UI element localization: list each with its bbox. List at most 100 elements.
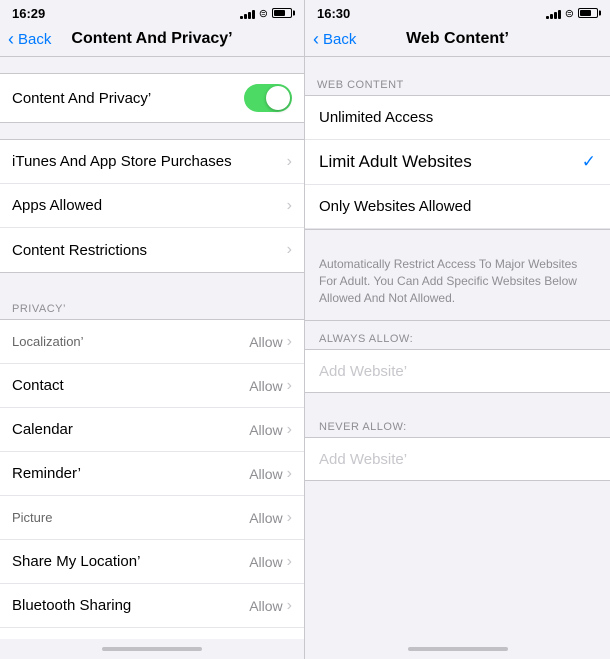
apps-allowed-item[interactable]: Apps Allowed › [0, 184, 304, 228]
itunes-purchases-item[interactable]: iTunes And App Store Purchases › [0, 140, 304, 184]
status-bar-right: 16:30 ⊜ [305, 0, 610, 24]
content-privacy-toggle-row: Content And Privacy’ [0, 73, 304, 123]
battery-icon-right [578, 8, 598, 18]
limit-adult-websites-label: Limit Adult Websites [319, 152, 472, 172]
limit-adult-websites-option[interactable]: Limit Adult Websites ✓ [305, 140, 610, 185]
status-icons-right: ⊜ [546, 7, 598, 20]
content-restrictions-label: Content Restrictions [12, 242, 147, 259]
bluetooth-sharing-allow: Allow [249, 598, 282, 614]
back-button-right[interactable]: ‹ Back [313, 29, 356, 50]
unlimited-access-option[interactable]: Unlimited Access [305, 96, 610, 140]
itunes-purchases-label: iTunes And App Store Purchases [12, 153, 232, 170]
localization-right: Allow › [249, 333, 292, 351]
calendar-chevron-icon: › [287, 421, 292, 439]
content-privacy-item[interactable]: Content And Privacy’ [0, 74, 304, 122]
reminder-allow: Allow [249, 466, 282, 482]
status-icons-left: ⊜ [240, 7, 292, 20]
only-websites-allowed-label: Only Websites Allowed [319, 198, 471, 215]
picture-label: Picture [12, 510, 52, 525]
home-bar-right [408, 647, 508, 651]
contact-right: Allow › [249, 377, 292, 395]
share-location-allow: Allow [249, 554, 282, 570]
apps-allowed-label: Apps Allowed [12, 197, 102, 214]
signal-icon-right [546, 7, 561, 19]
content-privacy-toggle[interactable] [244, 84, 292, 112]
nav-title-right: Web Content’ [406, 30, 509, 48]
apps-allowed-right: › [287, 197, 292, 215]
bluetooth-sharing-item[interactable]: Bluetooth Sharing Allow › [0, 584, 304, 628]
content-restrictions-chevron-icon: › [287, 241, 292, 259]
content-restrictions-right: › [287, 241, 292, 259]
content-restrictions-item[interactable]: Content Restrictions › [0, 228, 304, 272]
microphone-item[interactable]: Microphone Allow › [0, 628, 304, 639]
localization-item[interactable]: Localization’ Allow › [0, 320, 304, 364]
back-button-left[interactable]: ‹ Back [8, 29, 51, 50]
nav-bar-left: ‹ Back Content And Privacy’ [0, 24, 304, 57]
only-websites-allowed-option[interactable]: Only Websites Allowed [305, 185, 610, 229]
localization-allow: Allow [249, 334, 282, 350]
reminder-right: Allow › [249, 465, 292, 483]
web-content-options-list: Unlimited Access Limit Adult Websites ✓ … [305, 95, 610, 230]
share-location-chevron-icon: › [287, 553, 292, 571]
contact-chevron-icon: › [287, 377, 292, 395]
home-indicator-left [0, 639, 304, 659]
status-bar-left: 16:29 ⊜ [0, 0, 304, 24]
calendar-label: Calendar [12, 421, 73, 438]
bluetooth-sharing-chevron-icon: › [287, 597, 292, 615]
nav-title-left: Content And Privacy’ [71, 30, 232, 48]
localization-label: Localization’ [12, 334, 84, 349]
contact-allow: Allow [249, 378, 282, 394]
itunes-purchases-right: › [287, 153, 292, 171]
right-panel-content: WEB CONTENT Unlimited Access Limit Adult… [305, 57, 610, 639]
privacy-section-header: PRIVACY’ [0, 289, 304, 319]
time-left: 16:29 [12, 6, 45, 21]
toggle-thumb [266, 86, 290, 110]
picture-chevron-icon: › [287, 509, 292, 527]
signal-icon [240, 7, 255, 19]
share-location-item[interactable]: Share My Location’ Allow › [0, 540, 304, 584]
contact-item[interactable]: Contact Allow › [0, 364, 304, 408]
main-settings-list: iTunes And App Store Purchases › Apps Al… [0, 139, 304, 273]
back-label-right: Back [323, 31, 356, 48]
reminder-label: Reminder’ [12, 465, 81, 482]
time-right: 16:30 [317, 6, 350, 21]
description-text: Automatically Restrict Access To Major W… [319, 256, 596, 306]
back-chevron-right: ‹ [313, 29, 319, 50]
share-location-right: Allow › [249, 553, 292, 571]
back-label-left: Back [18, 31, 51, 48]
calendar-item[interactable]: Calendar Allow › [0, 408, 304, 452]
picture-allow: Allow [249, 510, 282, 526]
never-allow-header: NEVER ALLOW: [305, 409, 610, 437]
web-content-section-header: WEB CONTENT [305, 65, 610, 95]
left-panel-content: Content And Privacy’ iTunes And App Stor… [0, 57, 304, 639]
share-location-label: Share My Location’ [12, 553, 140, 570]
back-chevron-left: ‹ [8, 29, 14, 50]
always-allow-placeholder: Add Website’ [319, 363, 407, 380]
nav-bar-right: ‹ Back Web Content’ [305, 24, 610, 57]
reminder-item[interactable]: Reminder’ Allow › [0, 452, 304, 496]
never-allow-add-row[interactable]: Add Website’ [305, 437, 610, 481]
unlimited-access-label: Unlimited Access [319, 109, 433, 126]
always-allow-header: ALWAYS ALLOW: [305, 321, 610, 349]
never-allow-placeholder: Add Website’ [319, 451, 407, 468]
itunes-chevron-icon: › [287, 153, 292, 171]
home-bar-left [102, 647, 202, 651]
battery-icon [272, 8, 292, 18]
privacy-list: Localization’ Allow › Contact Allow › Ca… [0, 319, 304, 639]
calendar-allow: Allow [249, 422, 282, 438]
calendar-right: Allow › [249, 421, 292, 439]
always-allow-add-row[interactable]: Add Website’ [305, 349, 610, 393]
selected-checkmark-icon: ✓ [582, 152, 596, 172]
picture-item[interactable]: Picture Allow › [0, 496, 304, 540]
contact-label: Contact [12, 377, 64, 394]
reminder-chevron-icon: › [287, 465, 292, 483]
picture-right: Allow › [249, 509, 292, 527]
content-privacy-label: Content And Privacy’ [12, 90, 151, 107]
description-box: Automatically Restrict Access To Major W… [305, 246, 610, 321]
localization-chevron-icon: › [287, 333, 292, 351]
bluetooth-sharing-label: Bluetooth Sharing [12, 597, 131, 614]
home-indicator-right [305, 639, 610, 659]
wifi-icon-right: ⊜ [565, 7, 574, 20]
right-panel: 16:30 ⊜ ‹ Back Web Content’ WEB CONTENT [305, 0, 610, 659]
left-panel: 16:29 ⊜ ‹ Back Content And Privacy’ Cont… [0, 0, 305, 659]
